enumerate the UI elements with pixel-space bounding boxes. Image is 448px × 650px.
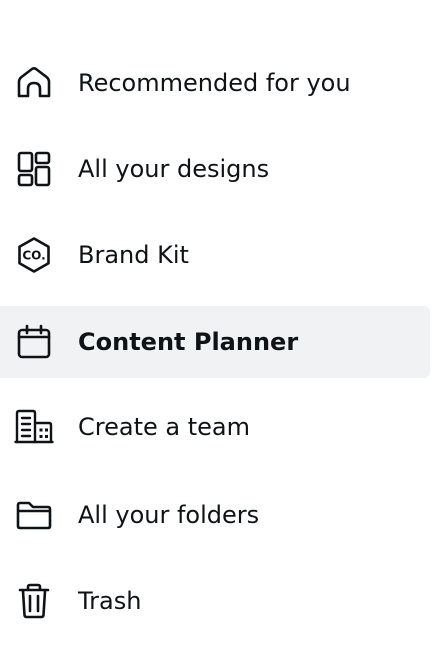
menu-item-all-designs[interactable]: All your designs [0,133,430,205]
trash-icon [14,581,54,621]
menu-item-label: Recommended for you [78,69,351,97]
menu-item-brand-kit[interactable]: CO. Brand Kit [0,219,430,291]
menu-item-label: Content Planner [78,328,299,356]
calendar-icon [14,322,54,362]
building-icon [14,407,54,447]
menu-item-content-planner[interactable]: Content Planner [0,306,430,378]
sidebar-menu: Recommended for you All your designs CO.… [0,0,448,650]
menu-item-recommended[interactable]: Recommended for you [0,47,430,119]
home-icon [14,63,54,103]
menu-item-trash[interactable]: Trash [0,565,430,637]
menu-item-label: Create a team [78,413,250,441]
grid-icon [14,149,54,189]
menu-item-label: Brand Kit [78,241,189,269]
menu-item-all-folders[interactable]: All your folders [0,479,430,551]
svg-text:CO.: CO. [22,249,45,263]
brand-kit-icon: CO. [14,235,54,275]
menu-item-label: All your designs [78,155,270,183]
menu-item-create-team[interactable]: Create a team [0,391,430,463]
menu-item-label: Trash [78,587,142,615]
menu-item-label: All your folders [78,501,260,529]
folder-icon [14,495,54,535]
